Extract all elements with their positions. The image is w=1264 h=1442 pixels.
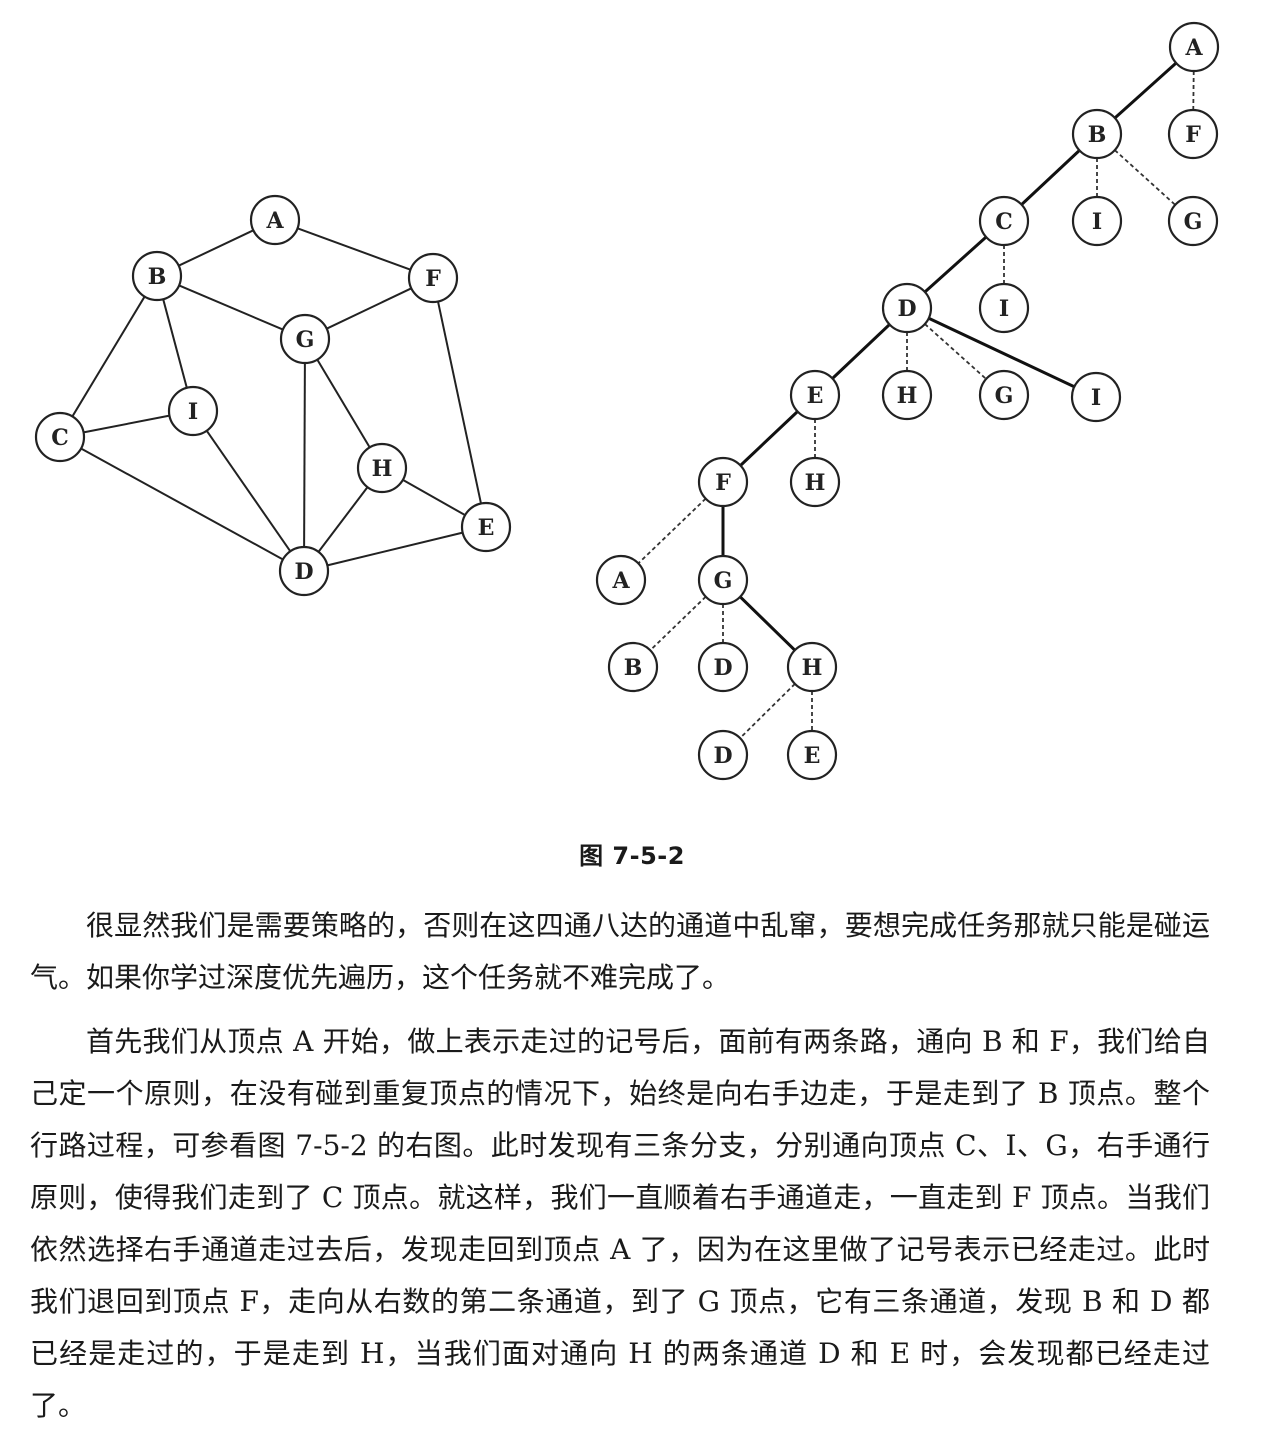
tree-vertex-d2-label: D — [713, 655, 732, 681]
tree-vertex-g1-label: G — [1184, 209, 1203, 235]
tree-path-edge-e-f — [739, 410, 799, 467]
tree-vertex-d2: D — [697, 641, 749, 693]
tree-vertex-b2-label: B — [624, 655, 643, 681]
tree-vertex-f: F — [697, 456, 749, 508]
tree-vertex-g1: G — [1167, 195, 1219, 247]
tree-vertex-h2-label: H — [805, 470, 826, 496]
tree-dashed-edge-b-g1 — [1114, 149, 1176, 206]
tree-vertex-h-label: H — [802, 655, 823, 681]
tree-vertex-c-label: C — [995, 209, 1013, 235]
tree-vertex-d: D — [881, 282, 933, 334]
graph-vertex-e-label: E — [478, 515, 495, 541]
graph-edge-f-g — [326, 287, 412, 330]
graph-vertex-a-label: A — [265, 208, 284, 234]
tree-vertex-i2-label: I — [999, 296, 1009, 322]
figure-7-5-2: A B F G I C H E D A B F C I G D I E H G I F H A G B D H D E — [34, 21, 1220, 781]
tree-vertex-f-label: F — [715, 470, 731, 496]
tree-vertex-g: G — [697, 554, 749, 606]
tree-vertex-b-label: B — [1088, 122, 1107, 148]
tree-dashed-edge-f-a2 — [637, 497, 707, 565]
graph-edge-c-i — [83, 414, 170, 434]
graph-edge-d-e — [327, 531, 463, 567]
tree-vertex-a-label: A — [1184, 35, 1203, 61]
graph-vertex-e: E — [460, 501, 512, 553]
graph-edge-h-d — [317, 486, 369, 553]
tree-vertex-c: C — [978, 195, 1030, 247]
figure-caption: 图 7-5-2 — [579, 842, 685, 870]
tree-vertex-e2-label: E — [804, 743, 821, 769]
tree-path-edge-b-c — [1020, 149, 1081, 206]
tree-vertex-d3-label: D — [713, 743, 732, 769]
tree-vertex-h2: H — [789, 456, 841, 508]
graph-vertex-i-label: I — [188, 399, 198, 425]
tree-dashed-edge-g-b2 — [649, 596, 707, 651]
tree-vertex-a2-label: A — [611, 568, 630, 594]
paragraph-1: 很显然我们是需要策略的，否则在这四通八达的通道中乱窜，要想完成任务那就只能是碰运… — [30, 909, 1210, 994]
graph-vertex-b-label: B — [148, 264, 167, 290]
graph-vertex-f-label: F — [425, 266, 441, 292]
tree-path-edge-c-d — [923, 235, 988, 294]
graph-edge-i-d — [205, 430, 292, 552]
graph-vertex-c: C — [34, 411, 86, 463]
paragraph-2: 首先我们从顶点 A 开始，做上表示走过的记号后，面前有两条路，通向 B 和 F，… — [30, 1025, 1210, 1422]
tree-vertex-h1-label: H — [897, 383, 918, 409]
graph-edge-h-e — [402, 478, 466, 517]
tree-vertex-g2: G — [978, 369, 1030, 421]
graph-vertex-f: F — [407, 252, 459, 304]
graph-edge-a-f — [297, 227, 411, 271]
tree-vertex-i1-label: I — [1092, 209, 1102, 235]
graph-vertex-g-label: G — [296, 327, 315, 353]
tree-vertex-f1: F — [1167, 108, 1219, 160]
graph-vertex-d: D — [278, 545, 330, 597]
tree-vertex-i2: I — [978, 282, 1030, 334]
tree-vertex-g2-label: G — [995, 383, 1014, 409]
graph-edge-g-d — [303, 362, 306, 548]
graph-vertex-b: B — [131, 250, 183, 302]
tree-vertex-e2: E — [786, 729, 838, 781]
body-text: 很显然我们是需要策略的，否则在这四通八达的通道中乱窜，要想完成任务那就只能是碰运… — [30, 900, 1210, 1432]
tree-path-edge-a-b — [1113, 61, 1178, 120]
graph-vertex-d-label: D — [294, 559, 313, 585]
graph-vertex-c-label: C — [51, 425, 69, 451]
tree-path-edge-g-h — [739, 595, 796, 652]
tree-vertex-d-label: D — [897, 296, 916, 322]
graph-edge-f-e — [437, 301, 482, 504]
graph-vertex-g: G — [279, 313, 331, 365]
graph-edge-b-c — [71, 296, 146, 417]
tree-vertex-i3: I — [1070, 371, 1122, 423]
graph-vertex-h: H — [356, 442, 408, 494]
tree-vertex-f1-label: F — [1185, 122, 1201, 148]
undirected-graph: A B F G I C H E D — [34, 194, 512, 597]
graph-vertex-i: I — [167, 385, 219, 437]
tree-vertex-g-label: G — [714, 568, 733, 594]
tree-vertex-i1: I — [1071, 195, 1123, 247]
graph-vertex-a: A — [249, 194, 301, 246]
tree-vertex-b: B — [1071, 108, 1123, 160]
tree-dashed-edge-h-d3 — [739, 683, 796, 739]
dfs-traversal-tree: A B F C I G D I E H G I F H A G B D H D E — [595, 21, 1220, 781]
tree-vertex-d3: D — [697, 729, 749, 781]
graph-vertex-h-label: H — [372, 456, 393, 482]
graph-edge-b-i — [162, 298, 188, 389]
tree-vertex-h: H — [786, 641, 838, 693]
graph-edge-a-b — [178, 229, 254, 267]
graph-edge-c-d — [80, 447, 284, 561]
tree-vertex-a: A — [1168, 21, 1220, 73]
graph-edge-b-g — [178, 284, 284, 331]
tree-path-edge-d-e — [831, 323, 891, 380]
tree-vertex-h1: H — [881, 369, 933, 421]
tree-vertex-e: E — [789, 369, 841, 421]
tree-vertex-i3-label: I — [1091, 385, 1101, 411]
tree-vertex-a2: A — [595, 554, 647, 606]
tree-vertex-b2: B — [607, 641, 659, 693]
tree-vertex-e-label: E — [807, 383, 824, 409]
graph-edge-g-h — [316, 359, 371, 448]
